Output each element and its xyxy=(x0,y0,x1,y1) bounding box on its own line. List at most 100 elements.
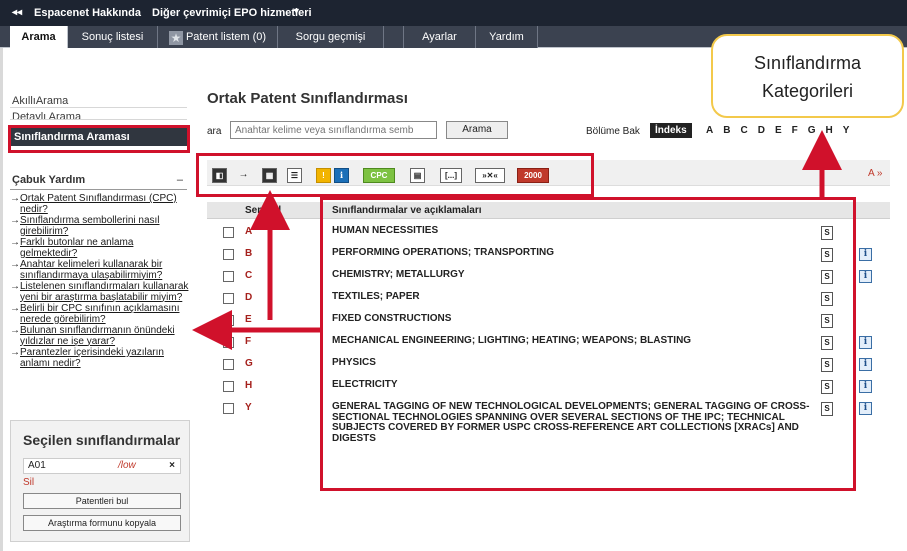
tab-label: Ayarlar xyxy=(422,31,457,43)
info-icon[interactable]: i xyxy=(859,380,872,393)
help-link-text[interactable]: Anahtar kelimeleri kullanarak bir sınıfl… xyxy=(20,259,162,281)
help-link[interactable]: → Ortak Patent Sınıflandırması (CPC) nedi… xyxy=(10,193,190,215)
help-link-text[interactable]: Belirli bir CPC sınıfının açıklamasını n… xyxy=(20,303,180,325)
help-link-text[interactable]: Bulunan sınıflandırmanın önündeki yıldız… xyxy=(20,325,175,347)
remove-icon[interactable]: × xyxy=(169,459,175,473)
row-symbol[interactable]: Y xyxy=(245,402,252,413)
help-link-text[interactable]: Parantezler içerisindeki yazıların anlam… xyxy=(20,347,164,369)
row-symbol[interactable]: G xyxy=(245,358,253,369)
chevron-down-icon[interactable]: ▼ xyxy=(292,6,301,16)
row-symbol[interactable]: E xyxy=(245,314,252,325)
row-checkbox[interactable] xyxy=(223,293,234,304)
index-button[interactable]: İndeks xyxy=(650,123,692,138)
selected-item-operator[interactable]: /low xyxy=(118,459,136,473)
tab-label: Sonuç listesi xyxy=(81,31,144,43)
tab-spacer xyxy=(384,26,404,48)
selected-item: A01 /low × xyxy=(23,458,181,474)
tab-sorgu-gecmisi[interactable]: Sorgu geçmişi xyxy=(278,26,384,48)
section-letter-y[interactable]: Y xyxy=(843,125,850,136)
back-arrows-icon[interactable]: ◂◂ xyxy=(12,7,22,18)
row-symbol[interactable]: B xyxy=(245,248,252,259)
font-size-link[interactable]: A » xyxy=(868,168,882,179)
tab-ayarlar[interactable]: Ayarlar xyxy=(404,26,476,48)
left-edge-divider xyxy=(0,48,3,551)
help-link[interactable]: → Parantezler içerisindeki yazıların anla… xyxy=(10,347,190,369)
nav-detayli-arama[interactable]: Detaylı Arama xyxy=(10,110,187,120)
info-icon[interactable]: i xyxy=(859,270,872,283)
tab-sonuc-listesi[interactable]: Sonuç listesi xyxy=(68,26,158,48)
delete-link[interactable]: Sil xyxy=(23,477,34,488)
help-link[interactable]: → Anahtar kelimeleri kullanarak bir sınıf… xyxy=(10,259,190,281)
tab-yardim[interactable]: Yardım xyxy=(476,26,538,48)
search-label: ara xyxy=(207,126,222,137)
row-checkbox[interactable] xyxy=(223,403,234,414)
help-link-text[interactable]: Ortak Patent Sınıflandırması (CPC) nedir… xyxy=(20,193,177,215)
search-input[interactable] xyxy=(230,121,437,139)
arrow-right-icon: → xyxy=(10,325,20,336)
section-letter-h[interactable]: H xyxy=(826,125,833,136)
highlight-box-nav xyxy=(8,125,190,153)
selected-classifications-panel: Seçilen sınıflandırmalar A01 /low × Sil … xyxy=(10,420,190,542)
selected-panel-title: Seçilen sınıflandırmalar xyxy=(23,432,181,448)
section-letter-a[interactable]: A xyxy=(706,125,713,136)
help-link[interactable]: → Belirli bir CPC sınıfının açıklamasını … xyxy=(10,303,190,325)
annotation-callout: Sınıflandırma Kategorileri xyxy=(711,34,904,118)
callout-line-2: Kategorileri xyxy=(761,81,854,101)
tab-patent-listem[interactable]: ★ Patent listem (0) xyxy=(158,26,278,48)
tab-label: Arama xyxy=(21,31,56,43)
help-link-text[interactable]: Sınıflandırma sembollerini nasıl girebil… xyxy=(20,215,160,237)
help-link[interactable]: → Sınıflandırma sembollerini nasıl girebi… xyxy=(10,215,190,237)
arrow-right-icon: → xyxy=(10,347,20,358)
other-services-link[interactable]: Diğer çevrimiçi EPO hizmetleri xyxy=(152,7,312,19)
info-icon[interactable]: i xyxy=(859,402,872,415)
find-patents-button[interactable]: Patentleri bul xyxy=(23,493,181,509)
tab-label: Patent listem (0) xyxy=(185,31,267,43)
section-letter-b[interactable]: B xyxy=(723,125,730,136)
callout-line-1: Sınıflandırma xyxy=(753,53,862,73)
tab-label: Yardım xyxy=(489,31,524,43)
row-checkbox[interactable] xyxy=(223,249,234,260)
row-checkbox[interactable] xyxy=(223,315,234,326)
row-symbol[interactable]: C xyxy=(245,270,252,281)
section-letter-c[interactable]: C xyxy=(740,125,747,136)
quick-help-list: → Ortak Patent Sınıflandırması (CPC) nedi… xyxy=(10,193,190,370)
top-nav-bar: ◂◂ Espacenet Hakkında Diğer çevrimiçi EP… xyxy=(0,0,907,26)
copy-search-form-button[interactable]: Araştırma formunu kopyala xyxy=(23,515,181,531)
espacenet-about-link[interactable]: Espacenet Hakkında xyxy=(34,7,141,19)
arrow-right-icon: → xyxy=(10,259,20,270)
section-letter-nav: ABCDEFGHY xyxy=(706,125,859,136)
row-checkbox[interactable] xyxy=(223,271,234,282)
row-symbol[interactable]: D xyxy=(245,292,252,303)
nav-akilli-arama[interactable]: AkıllıArama xyxy=(10,94,187,108)
arrow-right-icon: → xyxy=(10,215,20,226)
arrow-right-icon: → xyxy=(10,281,20,292)
section-letter-d[interactable]: D xyxy=(758,125,765,136)
info-icon[interactable]: i xyxy=(859,336,872,349)
selected-item-code: A01 xyxy=(28,460,46,471)
help-link[interactable]: → Farklı butonlar ne anlama gelmektedir? xyxy=(10,237,190,259)
row-symbol[interactable]: F xyxy=(245,336,251,347)
section-letter-e[interactable]: E xyxy=(775,125,782,136)
help-link[interactable]: → Listelenen sınıflandırmaları kullanarak… xyxy=(10,281,190,303)
section-letter-f[interactable]: F xyxy=(792,125,798,136)
tab-arama[interactable]: Arama xyxy=(10,26,68,48)
row-symbol[interactable]: H xyxy=(245,380,252,391)
arrow-right-icon: → xyxy=(10,193,20,204)
section-letter-g[interactable]: G xyxy=(808,125,816,136)
row-symbol[interactable]: A xyxy=(245,226,252,237)
star-icon: ★ xyxy=(168,31,183,45)
search-button[interactable]: Arama xyxy=(446,121,508,139)
row-checkbox[interactable] xyxy=(223,359,234,370)
collapse-icon[interactable]: – xyxy=(177,172,183,189)
row-checkbox[interactable] xyxy=(223,227,234,238)
help-link-text[interactable]: Farklı butonlar ne anlama gelmektedir? xyxy=(20,237,133,259)
arrow-right-icon: → xyxy=(10,237,20,248)
info-icon[interactable]: i xyxy=(859,358,872,371)
column-header-symbol: Sembol xyxy=(245,205,282,216)
quick-help-header[interactable]: Çabuk Yardım – xyxy=(10,172,187,190)
row-checkbox[interactable] xyxy=(223,381,234,392)
help-link[interactable]: → Bulunan sınıflandırmanın önündeki yıldı… xyxy=(10,325,190,347)
help-link-text[interactable]: Listelenen sınıflandırmaları kullanarak … xyxy=(20,281,188,303)
info-icon[interactable]: i xyxy=(859,248,872,261)
row-checkbox[interactable] xyxy=(223,337,234,348)
